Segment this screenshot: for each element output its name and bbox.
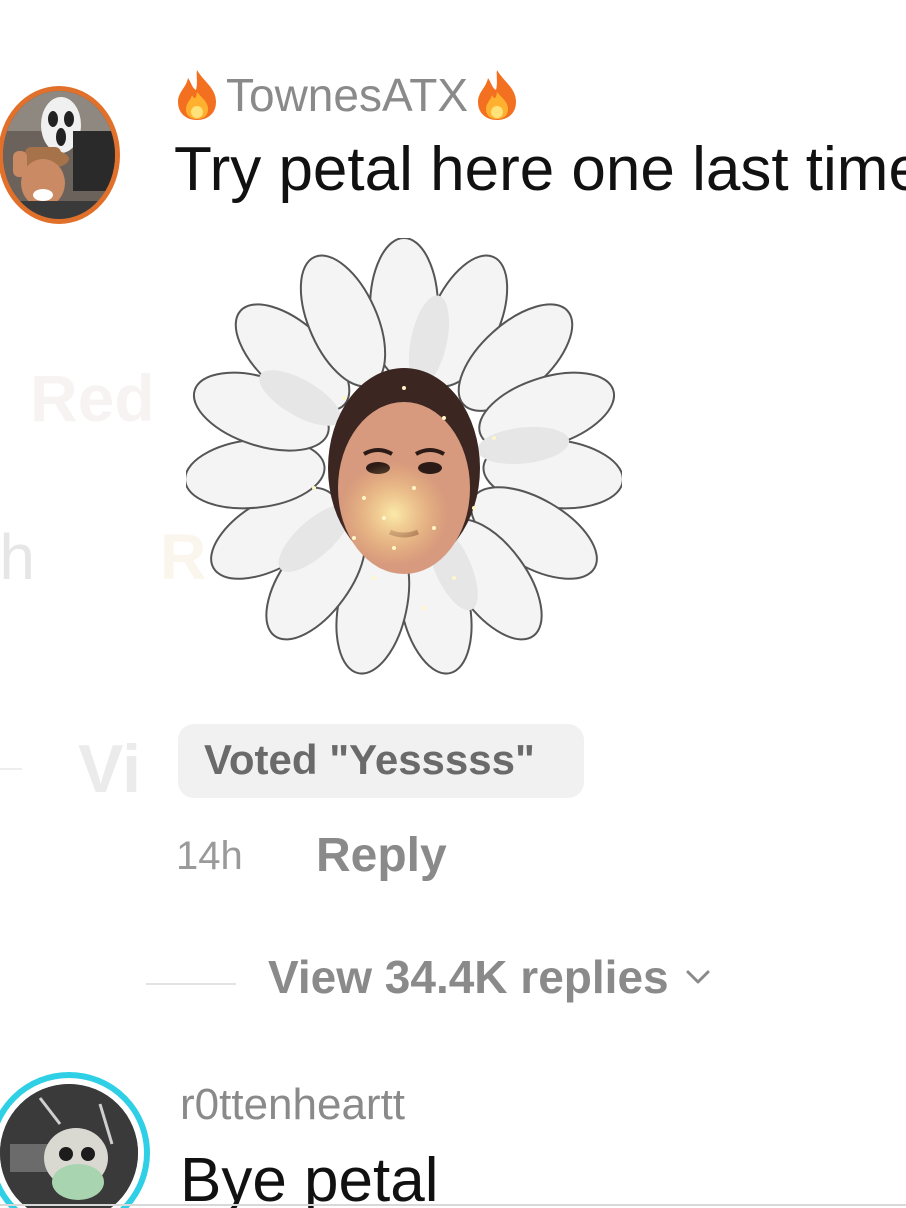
- vote-label: Voted "Yesssss": [204, 736, 535, 783]
- replies-divider: [146, 983, 236, 985]
- avatar-photo: [3, 91, 115, 219]
- reply-button[interactable]: Reply: [316, 828, 447, 883]
- fire-icon: [478, 70, 517, 120]
- ghost-text-h: -h: [0, 521, 35, 593]
- view-replies-label: View 34.4K replies: [268, 951, 669, 1003]
- avatar-r0ttenheartt[interactable]: [0, 1072, 150, 1208]
- view-replies-button[interactable]: View 34.4K replies: [268, 950, 711, 1004]
- ghost-text-vi: Vi: [78, 731, 142, 807]
- vote-badge: Voted "Yesssss": [178, 724, 584, 798]
- comments-page: Red -h R Vi TownesAT: [0, 0, 906, 1208]
- username-text: TownesATX: [226, 69, 469, 121]
- comment-1-text: Try petal here one last time: [174, 135, 906, 204]
- comment-1-timestamp: 14h: [176, 834, 243, 878]
- bottom-divider: [0, 1204, 906, 1206]
- avatar-townesatx[interactable]: [0, 86, 120, 224]
- comment-2-text: Bye petal: [180, 1146, 439, 1208]
- ghost-divider: [0, 768, 22, 770]
- ghost-text-red: Red: [30, 361, 155, 435]
- avatar-photo: [0, 1084, 138, 1208]
- chevron-down-icon: [686, 970, 710, 984]
- comment-2-username[interactable]: r0ttenheartt: [180, 1080, 405, 1130]
- daisy-face-sticker[interactable]: [186, 238, 622, 678]
- fire-icon: [178, 70, 216, 120]
- comment-1-username[interactable]: TownesATX: [172, 68, 522, 122]
